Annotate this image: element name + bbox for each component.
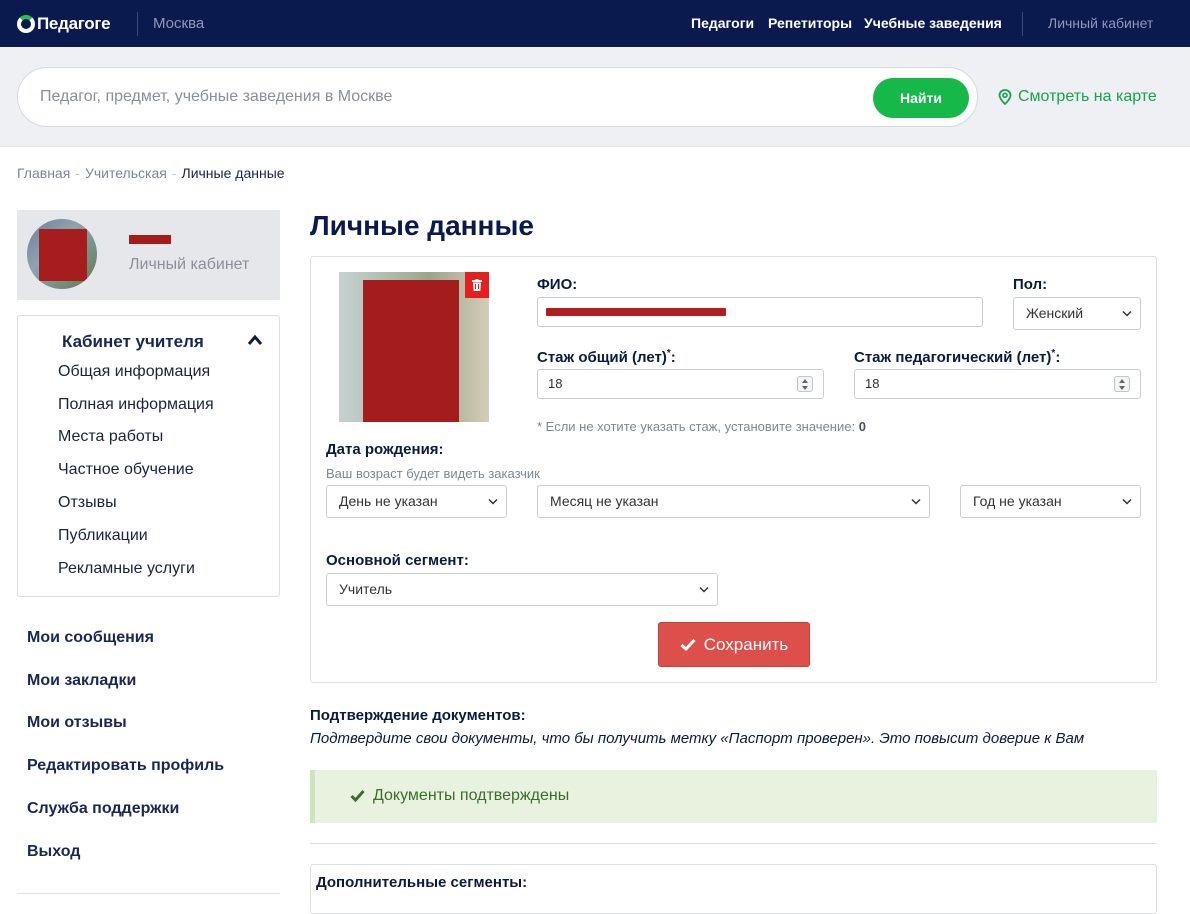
profile-card[interactable]: Личный кабинет	[17, 210, 280, 300]
exp-ped-input[interactable]: 18	[854, 369, 1141, 399]
chevron-down-icon	[1122, 310, 1132, 317]
search-input[interactable]	[40, 88, 860, 106]
gender-label: Пол:	[1013, 276, 1048, 293]
sidebar-link-bookmarks[interactable]: Мои закладки	[27, 672, 136, 690]
birth-day-select[interactable]: День не указан	[326, 485, 507, 518]
nav-tutors[interactable]: Репетиторы	[768, 15, 852, 31]
map-pin-icon	[998, 89, 1012, 105]
menu-item-private-lessons[interactable]: Частное обучение	[58, 461, 194, 479]
birth-month-value: Месяц не указан	[550, 493, 659, 509]
gender-select[interactable]: Женский	[1013, 297, 1141, 330]
menu-item-workplaces[interactable]: Места работы	[58, 428, 163, 446]
breadcrumb-current: Личные данные	[181, 165, 285, 181]
exp-total-input[interactable]: 18	[537, 369, 824, 399]
search-box: Найти	[17, 67, 978, 127]
menu-item-ad-services[interactable]: Рекламные услуги	[58, 560, 195, 578]
nav-teachers[interactable]: Педагоги	[691, 15, 754, 31]
chevron-down-icon	[1122, 498, 1132, 505]
check-icon	[680, 638, 696, 651]
breadcrumb-home[interactable]: Главная	[17, 165, 70, 181]
exp-total-label: Стаж общий (лет)*:	[537, 348, 676, 366]
save-button-label: Сохранить	[703, 634, 789, 654]
birth-date-hint: Ваш возраст будет видеть заказчик	[326, 466, 540, 481]
site-logo[interactable]: Педагоге	[17, 14, 111, 34]
page-title: Личные данные	[310, 210, 534, 241]
menu-item-general-info[interactable]: Общая информация	[58, 363, 210, 381]
teacher-cabinet-menu: Кабинет учителя Общая информация Полная …	[17, 315, 280, 597]
main-segment-select[interactable]: Учитель	[326, 573, 718, 606]
teacher-menu-title[interactable]: Кабинет учителя	[62, 332, 204, 352]
documents-title: Подтверждение документов:	[310, 707, 526, 724]
number-spinner[interactable]	[1114, 376, 1130, 392]
documents-description: Подтвердите свои документы, что бы получ…	[310, 730, 1085, 747]
exp-ped-value: 18	[865, 376, 880, 391]
profile-photo[interactable]	[339, 272, 489, 422]
additional-segments-title: Дополнительные сегменты:	[316, 874, 528, 891]
breadcrumb-separator: -	[75, 165, 80, 181]
birth-date-label: Дата рождения:	[326, 441, 444, 458]
search-band: Найти Смотреть на карте	[0, 47, 1190, 147]
fio-label: ФИО:	[537, 276, 578, 293]
logo-icon	[17, 15, 35, 33]
top-navbar: Педагоге Москва Педагоги Репетиторы Учеб…	[0, 0, 1190, 47]
avatar	[27, 219, 97, 289]
nav-schools[interactable]: Учебные заведения	[864, 15, 1002, 31]
view-on-map-link[interactable]: Смотреть на карте	[998, 88, 1157, 106]
sidebar-link-my-reviews[interactable]: Мои отзывы	[27, 714, 127, 732]
personal-cabinet-link[interactable]: Личный кабинет	[1048, 15, 1153, 31]
breadcrumb-teachers-room[interactable]: Учительская	[85, 165, 167, 181]
logo-text: Педагоге	[37, 14, 111, 33]
divider	[137, 12, 138, 36]
number-spinner[interactable]	[797, 376, 813, 392]
birth-day-value: День не указан	[339, 493, 438, 509]
personal-data-form: ФИО: Пол: Женский Стаж общий (лет)*: 18 …	[310, 256, 1157, 683]
save-button[interactable]: Сохранить	[658, 622, 810, 667]
divider	[310, 843, 1157, 844]
chevron-down-icon	[488, 498, 498, 505]
menu-item-reviews[interactable]: Отзывы	[58, 494, 117, 512]
birth-year-select[interactable]: Год не указан	[960, 485, 1141, 518]
menu-item-publications[interactable]: Публикации	[58, 527, 148, 545]
breadcrumb: Главная - Учительская - Личные данные	[17, 165, 285, 181]
chevron-down-icon	[699, 586, 709, 593]
main-segment-value: Учитель	[339, 581, 393, 597]
exp-ped-label: Стаж педагогический (лет)*:	[854, 348, 1061, 366]
birth-month-select[interactable]: Месяц не указан	[537, 485, 930, 518]
profile-cabinet-label: Личный кабинет	[129, 256, 250, 273]
map-link-label: Смотреть на карте	[1018, 88, 1157, 105]
additional-segments-card: Дополнительные сегменты:	[310, 864, 1157, 914]
sidebar-link-logout[interactable]: Выход	[27, 843, 80, 861]
gender-select-value: Женский	[1026, 305, 1084, 321]
chevron-up-icon[interactable]	[247, 334, 263, 346]
sidebar-link-edit-profile[interactable]: Редактировать профиль	[27, 757, 224, 775]
fio-input[interactable]	[537, 297, 983, 327]
documents-status-alert: Документы подтверждены	[310, 770, 1157, 823]
fio-value-redacted	[546, 308, 726, 316]
sidebar-link-messages[interactable]: Мои сообщения	[27, 629, 154, 647]
exp-total-value: 18	[548, 376, 563, 391]
birth-year-value: Год не указан	[973, 493, 1062, 509]
exp-hint: * Если не хотите указать стаж, установит…	[537, 419, 866, 434]
check-icon	[350, 790, 365, 802]
divider	[17, 893, 280, 894]
city-selector[interactable]: Москва	[153, 15, 204, 32]
delete-photo-button[interactable]	[465, 272, 489, 298]
profile-name-redacted	[129, 235, 171, 244]
search-button[interactable]: Найти	[873, 78, 969, 118]
sidebar-link-support[interactable]: Служба поддержки	[27, 800, 179, 818]
chevron-down-icon	[911, 498, 921, 505]
divider	[1022, 12, 1023, 36]
menu-item-full-info[interactable]: Полная информация	[58, 396, 214, 414]
breadcrumb-separator: -	[171, 165, 177, 181]
trash-icon	[472, 279, 482, 291]
main-segment-label: Основной сегмент:	[326, 552, 469, 569]
documents-status-text: Документы подтверждены	[373, 787, 570, 804]
